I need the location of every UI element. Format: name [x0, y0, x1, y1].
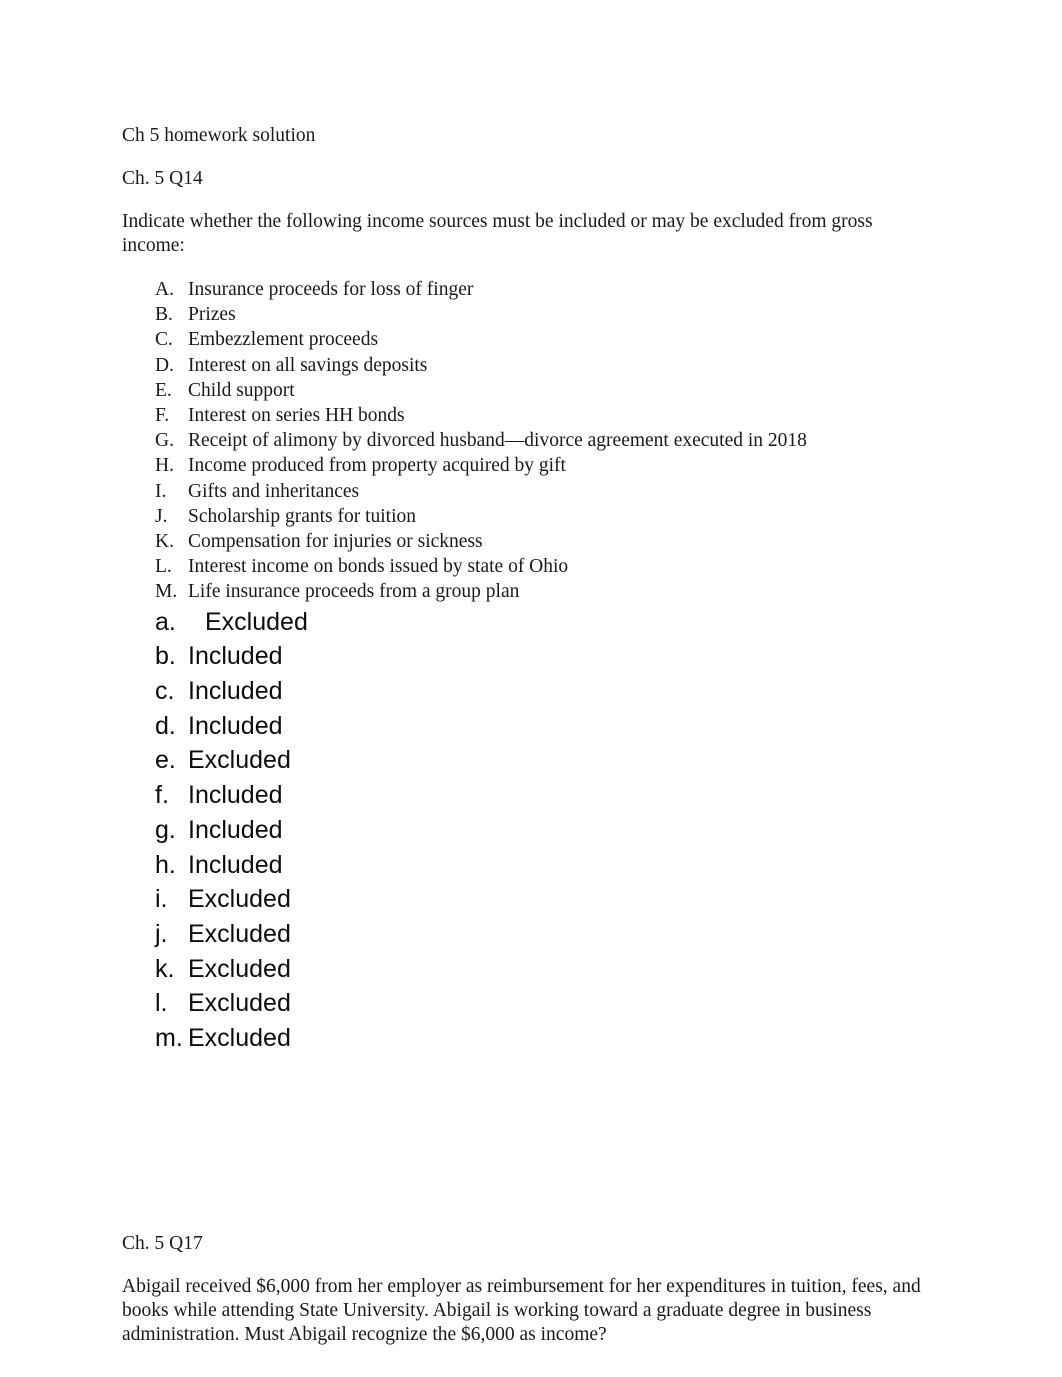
list-item: F. Interest on series HH bonds [155, 403, 934, 428]
list-item: I. Gifts and inheritances [155, 479, 934, 504]
list-item-label: Compensation for injuries or sickness [188, 531, 483, 553]
list-item-marker: C. [155, 329, 173, 351]
answer-item-value: Included [188, 711, 283, 740]
list-item-label: Interest income on bonds issued by state… [188, 556, 569, 578]
section-prompt-q17: Abigail received $6,000 from her employe… [122, 1275, 921, 1345]
list-item: A. Insurance proceeds for loss of finger [155, 277, 934, 302]
answer-item: c. Included [155, 674, 934, 709]
section-heading-q17: Ch. 5 Q17 [122, 1232, 203, 1254]
answer-item-value: Excluded [188, 954, 291, 983]
list-item-marker: A. [155, 279, 174, 300]
document-page: Ch 5 homework solution Ch. 5 Q14 Indicat… [0, 0, 1062, 1377]
list-item-marker: I. [155, 480, 167, 502]
section-heading-q14: Ch. 5 Q14 [122, 168, 203, 189]
answer-item: h. Included [155, 848, 934, 883]
answer-item-value: Excluded [188, 1024, 291, 1053]
list-item-label: Life insurance proceeds from a group pla… [188, 581, 520, 603]
answer-item-marker: k. [155, 954, 175, 983]
answer-item-marker: f. [155, 781, 169, 810]
list-item-marker: H. [155, 455, 174, 477]
section-prompt-q14: Indicate whether the following income so… [122, 211, 873, 256]
answer-item-value: Included [188, 781, 283, 810]
list-item: K. Compensation for injuries or sickness [155, 529, 934, 554]
list-item-label: Prizes [188, 304, 236, 326]
answer-item-value: Included [188, 677, 283, 706]
list-item: E. Child support [155, 378, 934, 403]
list-item-marker: L. [155, 556, 172, 578]
list-item-label: Income produced from property acquired b… [188, 455, 566, 477]
answer-item-marker: h. [155, 850, 176, 879]
answer-item: g. Included [155, 813, 934, 848]
answer-item-value: Excluded [188, 746, 291, 775]
answer-item-value: Included [188, 850, 283, 879]
answer-item-value: Excluded [188, 919, 291, 948]
answer-item-marker: a. [155, 607, 176, 636]
list-item-marker: F. [155, 405, 170, 427]
list-item-label: Child support [188, 379, 295, 401]
answer-item: j. Excluded [155, 917, 934, 952]
list-item-marker: B. [155, 304, 173, 326]
answers-list: a. Excluded b. Included c. Included d. I… [155, 605, 934, 1056]
document-title: Ch 5 homework solution [122, 125, 316, 146]
answer-item: l. Excluded [155, 986, 934, 1021]
list-item-label: Scholarship grants for tuition [188, 505, 417, 527]
answer-item-marker: i. [155, 885, 168, 914]
answer-item-marker: c. [155, 677, 175, 706]
answer-item-value: Included [188, 642, 283, 671]
answer-item-value: Excluded [188, 989, 291, 1018]
list-item: C. Embezzlement proceeds [155, 327, 934, 352]
answer-item-marker: e. [155, 746, 176, 775]
list-item-label: Gifts and inheritances [188, 480, 360, 502]
list-item-marker: J. [155, 505, 168, 527]
list-item-marker: M. [155, 581, 178, 603]
list-item-marker: K. [155, 531, 174, 553]
answer-item-marker: m. [155, 1024, 183, 1053]
list-item: M. Life insurance proceeds from a group … [155, 579, 934, 604]
list-item-marker: D. [155, 354, 174, 376]
answer-item: e. Excluded [155, 743, 934, 778]
list-item-label: Interest on all savings deposits [188, 354, 428, 376]
answer-item: k. Excluded [155, 952, 934, 987]
answer-item: d. Included [155, 709, 934, 744]
list-item-label: Insurance proceeds for loss of finger [188, 279, 474, 300]
answer-item-marker: d. [155, 711, 176, 740]
answer-item: b. Included [155, 639, 934, 674]
answer-item-marker: g. [155, 815, 176, 844]
list-item: J. Scholarship grants for tuition [155, 504, 934, 529]
income-sources-list-inner: A. Insurance proceeds for loss of finger… [155, 277, 934, 605]
answer-item: f. Included [155, 778, 934, 813]
income-sources-list: A. Insurance proceeds for loss of finger… [122, 277, 934, 605]
list-item-label: Receipt of alimony by divorced husband—d… [188, 430, 807, 452]
document-body: Ch 5 homework solution Ch. 5 Q14 Indicat… [122, 124, 934, 1366]
list-item-label: Embezzlement proceeds [188, 329, 379, 351]
answer-item-value: Included [188, 815, 283, 844]
answer-item-marker: j. [155, 919, 168, 948]
list-item: H. Income produced from property acquire… [155, 453, 934, 478]
answer-item-value: Excluded [188, 885, 291, 914]
list-item: L. Interest income on bonds issued by st… [155, 554, 934, 579]
list-item: B. Prizes [155, 302, 934, 327]
list-item-label: Interest on series HH bonds [188, 405, 405, 427]
answer-item: i. Excluded [155, 882, 934, 917]
list-item-marker: E. [155, 379, 172, 401]
answer-item-marker: l. [155, 989, 168, 1018]
answer-item-marker: b. [155, 642, 176, 671]
answer-item: m. Excluded [155, 1021, 934, 1056]
list-item: D. Interest on all savings deposits [155, 353, 934, 378]
answer-item-value: Excluded [205, 607, 308, 636]
list-item: G. Receipt of alimony by divorced husban… [155, 428, 934, 453]
list-item-marker: G. [155, 430, 174, 452]
answer-item: a. Excluded [155, 605, 934, 640]
